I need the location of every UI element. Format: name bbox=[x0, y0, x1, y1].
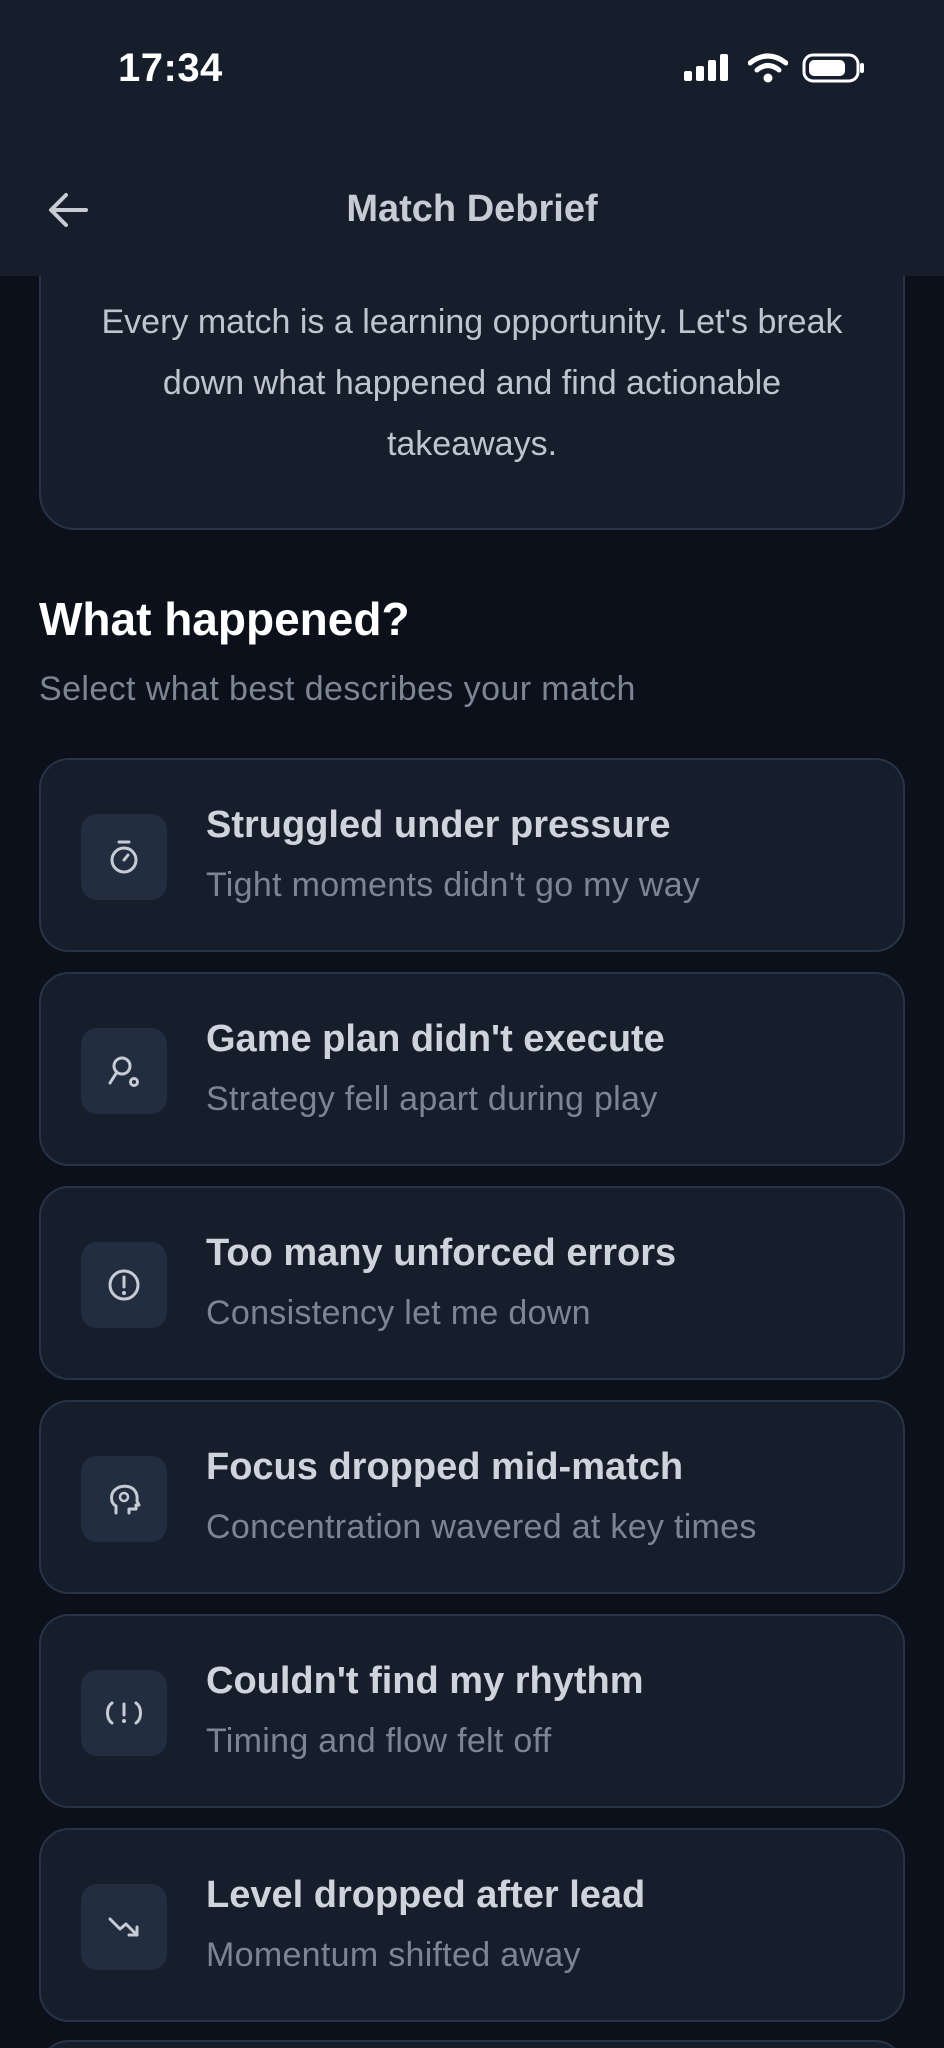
section-title: What happened? bbox=[39, 593, 410, 645]
rhythm-icon bbox=[81, 1670, 167, 1756]
section-subtitle: Select what best describes your match bbox=[39, 670, 636, 708]
app-header: 17:34 Match Debrief bbox=[0, 0, 944, 276]
signal-icon bbox=[684, 53, 734, 88]
brain-icon bbox=[81, 1456, 167, 1542]
match-debrief-screen: Every match is a learning opportunity. L… bbox=[0, 0, 944, 2048]
option-description: Momentum shifted away bbox=[206, 1936, 581, 1974]
option-couldnt-find-my-rhythm[interactable]: Couldn't find my rhythm Timing and flow … bbox=[39, 1614, 905, 1808]
option-title: Level dropped after lead bbox=[206, 1874, 646, 1916]
option-level-dropped-after-lead[interactable]: Level dropped after lead Momentum shifte… bbox=[39, 1828, 905, 2022]
wifi-icon bbox=[747, 53, 789, 88]
option-title: Too many unforced errors bbox=[206, 1232, 677, 1274]
status-time: 17:34 bbox=[118, 46, 223, 90]
option-title: Couldn't find my rhythm bbox=[206, 1660, 644, 1702]
page-title: Match Debrief bbox=[346, 188, 598, 230]
battery-icon bbox=[802, 52, 866, 89]
trend-down-icon bbox=[81, 1884, 167, 1970]
route-icon bbox=[81, 1028, 167, 1114]
option-description: Concentration wavered at key times bbox=[206, 1508, 757, 1546]
status-icons bbox=[684, 52, 866, 88]
options-list: Struggled under pressure Tight moments d… bbox=[39, 758, 905, 2042]
option-title: Game plan didn't execute bbox=[206, 1018, 665, 1060]
option-title: Focus dropped mid-match bbox=[206, 1446, 684, 1488]
timer-icon bbox=[81, 814, 167, 900]
alert-circle-icon bbox=[81, 1242, 167, 1328]
option-description: Timing and flow felt off bbox=[206, 1722, 552, 1760]
option-struggled-under-pressure[interactable]: Struggled under pressure Tight moments d… bbox=[39, 758, 905, 952]
option-title: Struggled under pressure bbox=[206, 804, 671, 846]
option-description: Strategy fell apart during play bbox=[206, 1080, 658, 1118]
option-game-plan-didnt-execute[interactable]: Game plan didn't execute Strategy fell a… bbox=[39, 972, 905, 1166]
option-description: Tight moments didn't go my way bbox=[206, 866, 701, 904]
option-description: Consistency let me down bbox=[206, 1294, 591, 1332]
option-focus-dropped-mid-match[interactable]: Focus dropped mid-match Concentration wa… bbox=[39, 1400, 905, 1594]
option-card-peek bbox=[39, 2040, 905, 2048]
option-too-many-unforced-errors[interactable]: Too many unforced errors Consistency let… bbox=[39, 1186, 905, 1380]
intro-text: Every match is a learning opportunity. L… bbox=[101, 303, 843, 463]
